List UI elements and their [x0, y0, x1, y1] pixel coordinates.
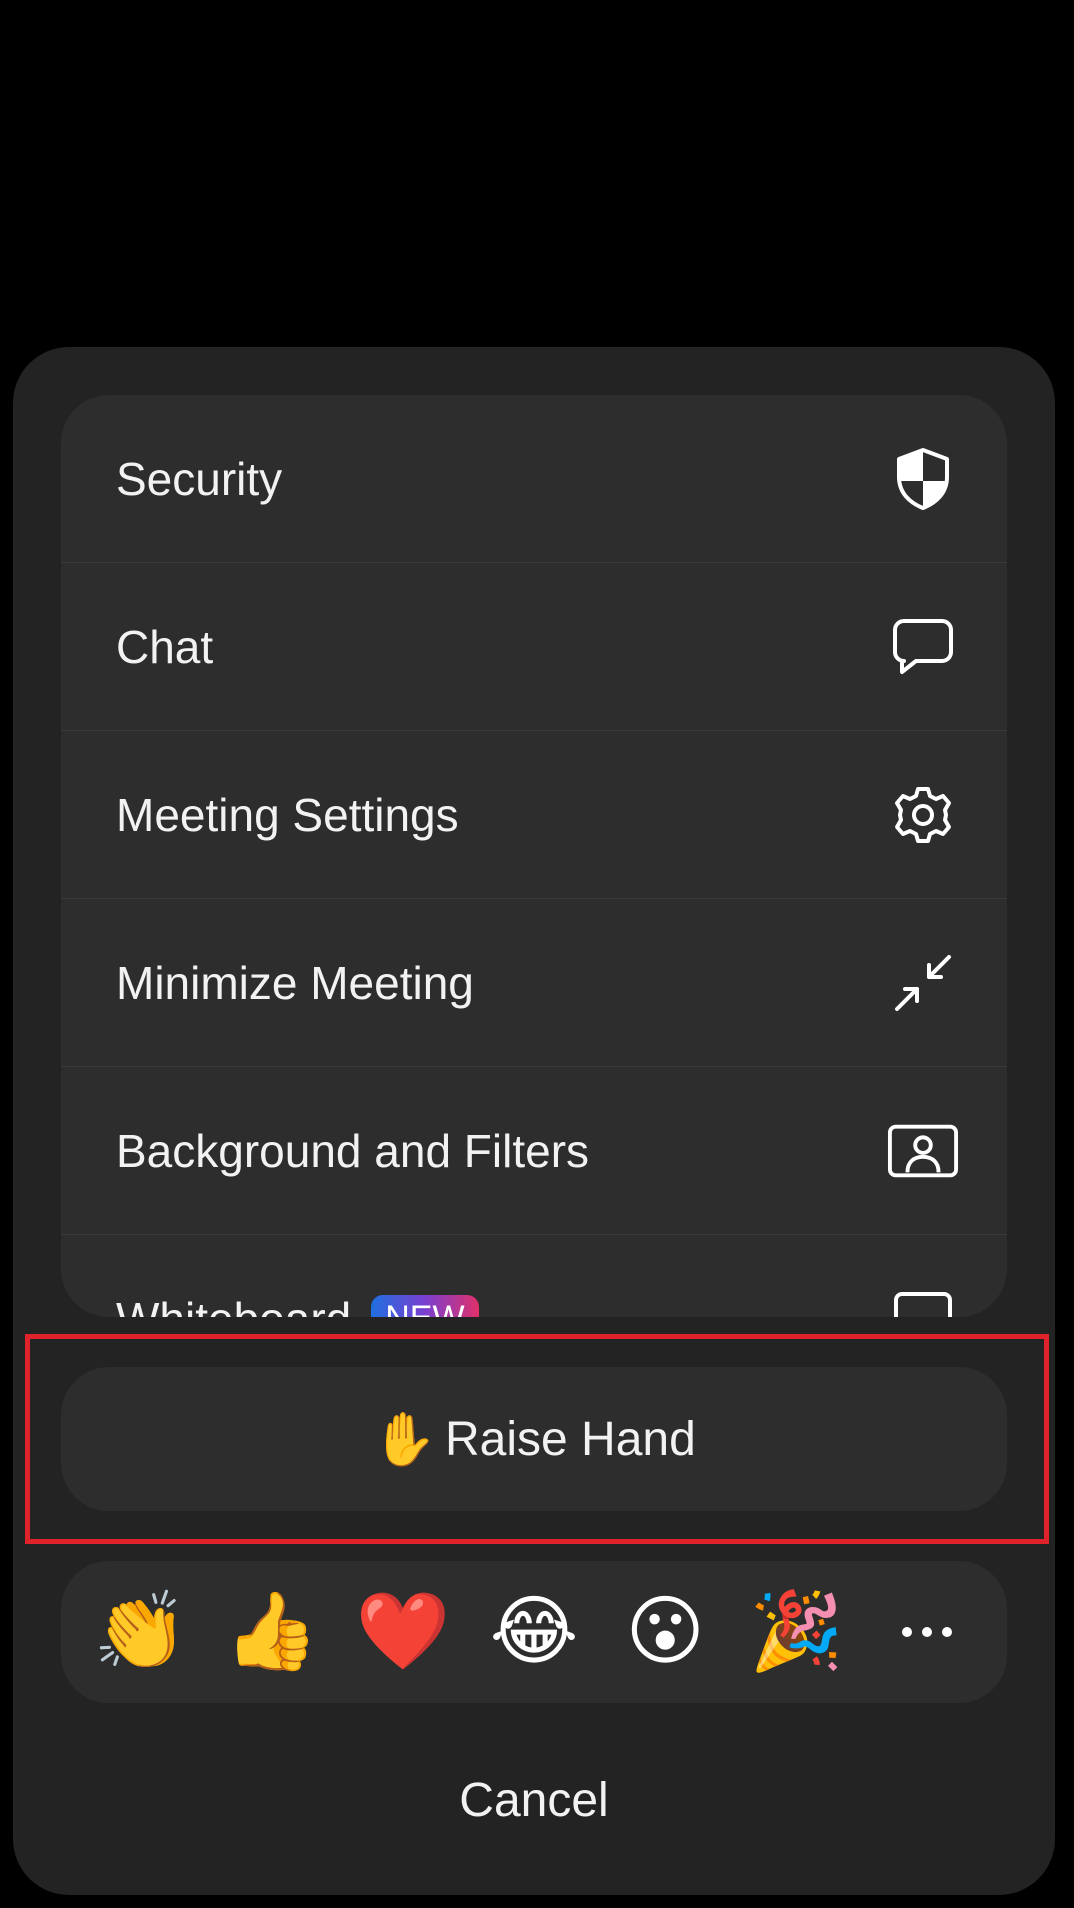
minimize-arrows-icon	[887, 947, 959, 1019]
menu-item-label: Meeting Settings	[116, 788, 459, 841]
menu-item-whiteboard[interactable]: Whiteboard NEW	[61, 1235, 1007, 1317]
portrait-frame-icon	[887, 1115, 959, 1187]
menu-item-security[interactable]: Security	[61, 395, 1007, 563]
menu-item-label: Minimize Meeting	[116, 956, 474, 1009]
tears-of-joy-reaction[interactable]: 😂	[484, 1582, 584, 1682]
menu-item-meeting-settings[interactable]: Meeting Settings	[61, 731, 1007, 899]
menu-list: Security Chat Meeting Settings Minimize …	[61, 395, 1007, 1317]
open-mouth-reaction[interactable]: 😮	[615, 1582, 715, 1682]
party-popper-reaction[interactable]: 🎉	[746, 1582, 846, 1682]
menu-item-background-and-filters[interactable]: Background and Filters	[61, 1067, 1007, 1235]
shield-icon	[887, 443, 959, 515]
thumbs-up-reaction[interactable]: 👍	[222, 1582, 322, 1682]
heart-reaction[interactable]: ❤️	[353, 1582, 453, 1682]
raise-hand-label: Raise Hand	[444, 1412, 696, 1466]
gear-icon	[887, 779, 959, 851]
cancel-button[interactable]: Cancel	[13, 1740, 1055, 1860]
menu-item-minimize-meeting[interactable]: Minimize Meeting	[61, 899, 1007, 1067]
menu-item-chat[interactable]: Chat	[61, 563, 1007, 731]
raised-hand-icon: ✋	[372, 1410, 437, 1469]
menu-item-label: Chat	[116, 620, 214, 673]
whiteboard-icon	[887, 1283, 959, 1317]
menu-item-label: Security	[116, 452, 283, 505]
menu-item-label: Background and Filters	[116, 1124, 590, 1177]
new-badge: NEW	[371, 1295, 479, 1317]
chat-bubble-icon	[887, 611, 959, 683]
menu-item-label: Whiteboard	[116, 1292, 351, 1318]
reaction-bar: 👏 👍 ❤️ 😂 😮 🎉	[61, 1561, 1007, 1703]
clap-reaction[interactable]: 👏	[91, 1582, 191, 1682]
more-horizontal-icon[interactable]	[877, 1582, 977, 1682]
raise-hand-button[interactable]: ✋ Raise Hand	[61, 1367, 1007, 1511]
